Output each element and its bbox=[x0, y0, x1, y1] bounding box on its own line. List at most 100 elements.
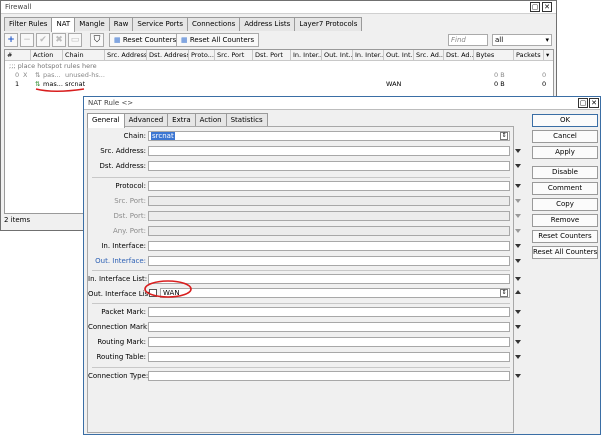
tab-statistics[interactable]: Statistics bbox=[225, 113, 268, 127]
restore-icon[interactable]: ▢ bbox=[578, 98, 588, 108]
filter-dropdown-icon[interactable]: ▾ bbox=[545, 35, 549, 45]
in-interface-list-select[interactable] bbox=[148, 274, 510, 284]
column-header[interactable]: Proto... bbox=[189, 50, 215, 61]
column-header[interactable]: Packets bbox=[514, 50, 544, 61]
out-interface-list-collapse-icon[interactable] bbox=[515, 290, 521, 294]
column-header[interactable]: In. Inter... bbox=[353, 50, 384, 61]
out-interface-list-label: Out. Interface List: bbox=[88, 290, 154, 298]
reset-counters-button[interactable]: ▦ Reset Counters bbox=[109, 33, 182, 47]
column-header[interactable]: Out. Int... bbox=[384, 50, 414, 61]
column-header[interactable]: Chain bbox=[63, 50, 105, 61]
nat-rule-tabs: General Advanced Extra Action Statistics bbox=[87, 113, 268, 128]
column-header[interactable]: Bytes bbox=[474, 50, 514, 61]
dst-port-input[interactable] bbox=[148, 211, 510, 221]
column-header[interactable]: Src. Ad... bbox=[414, 50, 444, 61]
tab-address-lists[interactable]: Address Lists bbox=[239, 17, 296, 31]
connection-mark-select[interactable] bbox=[148, 322, 510, 332]
packet-mark-dropdown-icon[interactable] bbox=[515, 310, 521, 314]
disable-icon[interactable]: ✖ bbox=[52, 33, 66, 47]
packet-mark-select[interactable] bbox=[148, 307, 510, 317]
reset-all-counters-button[interactable]: Reset All Counters bbox=[532, 246, 598, 259]
add-icon[interactable]: + bbox=[4, 33, 18, 47]
tab-filter-rules[interactable]: Filter Rules bbox=[4, 17, 53, 31]
filter-icon[interactable]: ⛉ bbox=[90, 33, 104, 47]
close-icon[interactable]: ✕ bbox=[542, 2, 552, 12]
comment-icon[interactable]: ▭ bbox=[68, 33, 82, 47]
src-address-input[interactable] bbox=[148, 146, 510, 156]
ok-button[interactable]: OK bbox=[532, 114, 598, 127]
reset-counters-button[interactable]: Reset Counters bbox=[532, 230, 598, 243]
out-interface-list-select[interactable]: WAN ⇕ bbox=[160, 288, 510, 298]
tab-mangle[interactable]: Mangle bbox=[74, 17, 110, 31]
routing-table-select[interactable] bbox=[148, 352, 510, 362]
dst-port-expand-icon[interactable] bbox=[515, 214, 521, 218]
in-interface-select[interactable] bbox=[148, 241, 510, 251]
any-port-expand-icon[interactable] bbox=[515, 229, 521, 233]
protocol-select[interactable] bbox=[148, 181, 510, 191]
close-icon[interactable]: ✕ bbox=[589, 98, 599, 108]
connection-mark-dropdown-icon[interactable] bbox=[515, 325, 521, 329]
cancel-button[interactable]: Cancel bbox=[532, 130, 598, 143]
tab-connections[interactable]: Connections bbox=[187, 17, 241, 31]
out-interface-select[interactable] bbox=[148, 256, 510, 266]
routing-table-dropdown-icon[interactable] bbox=[515, 355, 521, 359]
copy-button[interactable]: Copy bbox=[532, 198, 598, 211]
out-interface-dropdown-icon[interactable] bbox=[515, 259, 521, 263]
filter-select[interactable]: all ▾ bbox=[492, 34, 552, 46]
chain-select[interactable]: srcnat ⇕ bbox=[148, 131, 510, 141]
in-interface-dropdown-icon[interactable] bbox=[515, 244, 521, 248]
tab-nat[interactable]: NAT bbox=[51, 17, 76, 32]
column-header[interactable]: In. Inter... bbox=[291, 50, 322, 61]
src-address-expand-icon[interactable] bbox=[515, 149, 521, 153]
red-circle-annotation bbox=[144, 280, 192, 298]
out-interface-list-dropdown-icon[interactable]: ⇕ bbox=[500, 289, 508, 297]
column-header[interactable]: Src. Port bbox=[215, 50, 253, 61]
disable-button[interactable]: Disable bbox=[532, 166, 598, 179]
remove-icon[interactable]: − bbox=[20, 33, 34, 47]
apply-button[interactable]: Apply bbox=[532, 146, 598, 159]
tab-service-ports[interactable]: Service Ports bbox=[132, 17, 189, 31]
tab-layer7-protocols[interactable]: Layer7 Protocols bbox=[294, 17, 363, 31]
connection-type-dropdown-icon[interactable] bbox=[515, 374, 521, 378]
table-row[interactable]: 1 ⇅ mas... srcnat WAN 0 B 0 bbox=[5, 80, 553, 89]
firewall-tabs: Filter Rules NAT Mangle Raw Service Port… bbox=[4, 17, 363, 32]
column-header[interactable]: Dst. Ad... bbox=[444, 50, 474, 61]
reset-all-counters-button[interactable]: ▦ Reset All Counters bbox=[176, 33, 260, 47]
routing-mark-select[interactable] bbox=[148, 337, 510, 347]
remove-button[interactable]: Remove bbox=[532, 214, 598, 227]
dst-address-expand-icon[interactable] bbox=[515, 164, 521, 168]
tab-general[interactable]: General bbox=[87, 113, 125, 128]
protocol-dropdown-icon[interactable] bbox=[515, 184, 521, 188]
src-port-input[interactable] bbox=[148, 196, 510, 206]
firewall-titlebar[interactable]: Firewall ▢ ✕ bbox=[1, 1, 556, 14]
table-row[interactable]: 0 X ⇅ pas... unused-hs... 0 B 0 bbox=[5, 71, 553, 80]
any-port-label: Any. Port: bbox=[112, 227, 146, 235]
column-header[interactable]: Dst. Address bbox=[147, 50, 189, 61]
packet-mark-label: Packet Mark: bbox=[101, 308, 146, 316]
red-underline-annotation bbox=[35, 88, 85, 93]
column-header[interactable]: Out. Int... bbox=[322, 50, 353, 61]
column-header[interactable]: Dst. Port bbox=[253, 50, 291, 61]
tab-advanced[interactable]: Advanced bbox=[123, 113, 169, 127]
src-port-expand-icon[interactable] bbox=[515, 199, 521, 203]
tab-extra[interactable]: Extra bbox=[167, 113, 196, 127]
restore-icon[interactable]: ▢ bbox=[530, 2, 540, 12]
column-header[interactable]: Src. Address bbox=[105, 50, 147, 61]
columns-menu-icon[interactable]: ▾ bbox=[544, 50, 553, 61]
column-header[interactable]: Action bbox=[31, 50, 63, 61]
protocol-label: Protocol: bbox=[115, 182, 146, 190]
comment-button[interactable]: Comment bbox=[532, 182, 598, 195]
find-input[interactable]: Find bbox=[448, 34, 488, 46]
any-port-input[interactable] bbox=[148, 226, 510, 236]
enable-icon[interactable]: ✔ bbox=[36, 33, 50, 47]
nat-rule-titlebar[interactable]: NAT Rule <> ▢ ✕ bbox=[84, 97, 600, 110]
dst-address-input[interactable] bbox=[148, 161, 510, 171]
table-row[interactable]: ;;; place hotspot rules here bbox=[5, 62, 553, 71]
tab-raw[interactable]: Raw bbox=[108, 17, 134, 31]
chain-dropdown-icon[interactable]: ⇕ bbox=[500, 132, 508, 140]
routing-mark-dropdown-icon[interactable] bbox=[515, 340, 521, 344]
column-header[interactable]: # bbox=[5, 50, 31, 61]
connection-type-select[interactable] bbox=[148, 371, 510, 381]
in-interface-list-dropdown-icon[interactable] bbox=[515, 277, 521, 281]
tab-action[interactable]: Action bbox=[194, 113, 227, 127]
